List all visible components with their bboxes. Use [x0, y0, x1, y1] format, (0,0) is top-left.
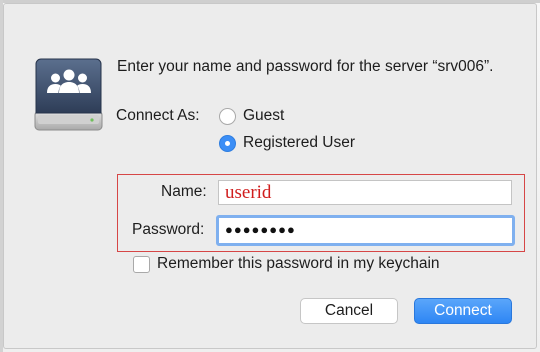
guest-radio[interactable] — [219, 107, 236, 125]
connect-button[interactable]: Connect — [414, 298, 512, 324]
registered-user-radio[interactable] — [219, 134, 236, 152]
remember-password-checkbox[interactable] — [133, 255, 150, 273]
name-label: Name: — [161, 183, 207, 200]
server-users-icon — [34, 58, 103, 131]
registered-user-radio-label: Registered User — [243, 134, 355, 151]
guest-radio-option[interactable]: Guest — [219, 107, 284, 125]
remember-password-option[interactable]: Remember this password in my keychain — [133, 255, 440, 273]
password-field[interactable]: ●●●●●●●● — [216, 215, 515, 246]
registered-user-radio-option[interactable]: Registered User — [219, 134, 355, 152]
password-label: Password: — [132, 221, 205, 238]
cancel-button[interactable]: Cancel — [300, 298, 398, 324]
remember-password-label: Remember this password in my keychain — [157, 255, 440, 272]
prompt-text: Enter your name and password for the ser… — [117, 58, 494, 75]
connect-as-label: Connect As: — [116, 107, 200, 124]
name-field[interactable]: userid — [218, 180, 512, 205]
guest-radio-label: Guest — [243, 107, 285, 124]
